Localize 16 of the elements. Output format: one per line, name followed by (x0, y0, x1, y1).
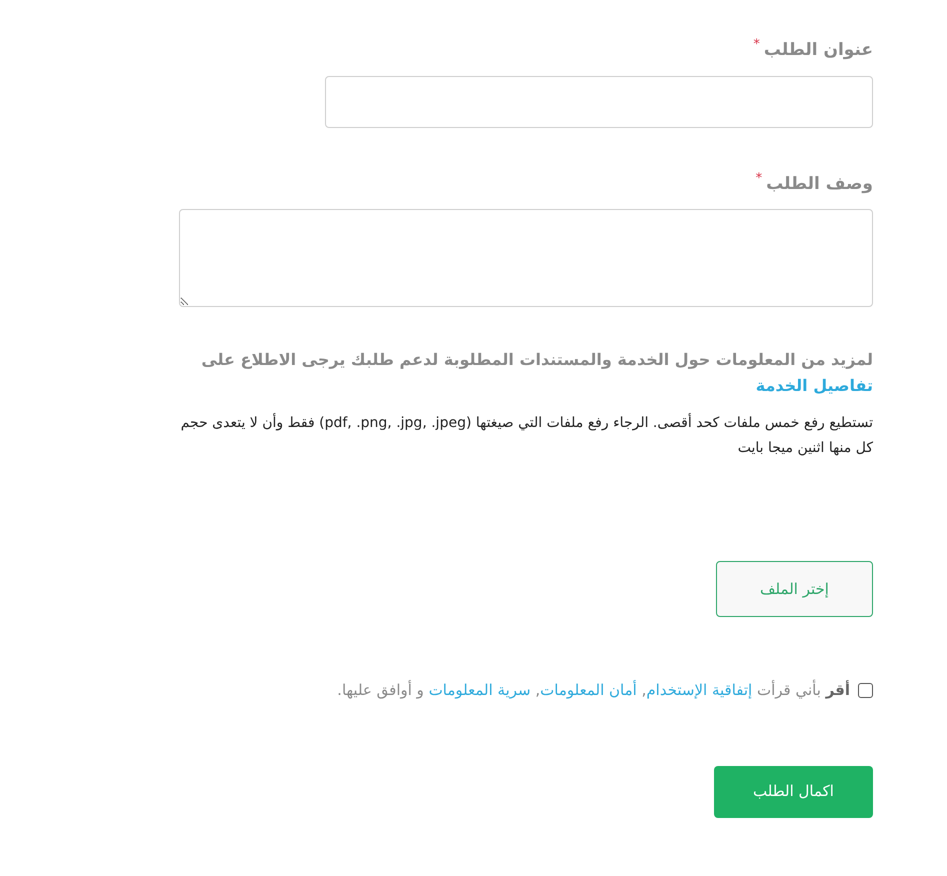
info-text: لمزيد من المعلومات حول الخدمة والمستندات المطلوبة لدعم طلبك يرجى الاطلاع على تفاصيل الخدمة (200, 349, 873, 397)
field-label: عنوان الطلب (764, 39, 873, 62)
required-mark: * (756, 172, 762, 184)
input-field[interactable] (325, 76, 873, 128)
policy-link[interactable]: أمان المعلومات (540, 681, 637, 699)
consent-text: أقر بأني قرأت إتفاقية الإستخدام, أمان المعلومات, سرية المعلومات و أوافق عليها. (337, 679, 850, 701)
policy-link[interactable]: سرية المعلومات (428, 681, 531, 699)
text-area[interactable] (179, 209, 873, 307)
upload-note: تستطيع رفع خمس ملفات كحد أقصى. الرجاء رفع ملفات التي صيغتها (pdf, .png, .jpg, .jpeg) فقط وأن لا يتعدى حجم كل منها اثنين ميجا بايت (180, 412, 873, 458)
submit-button[interactable]: اكمال الطلب (714, 766, 873, 818)
choose-file-button[interactable]: إختر الملف (716, 561, 873, 617)
required-mark: * (753, 38, 760, 51)
checkbox[interactable] (858, 682, 873, 698)
service-details-link[interactable]: تفاصيل الخدمة (756, 376, 873, 395)
field-label: وصف الطلب (766, 172, 873, 196)
policy-link[interactable]: إتفاقية الإستخدام (646, 681, 752, 699)
